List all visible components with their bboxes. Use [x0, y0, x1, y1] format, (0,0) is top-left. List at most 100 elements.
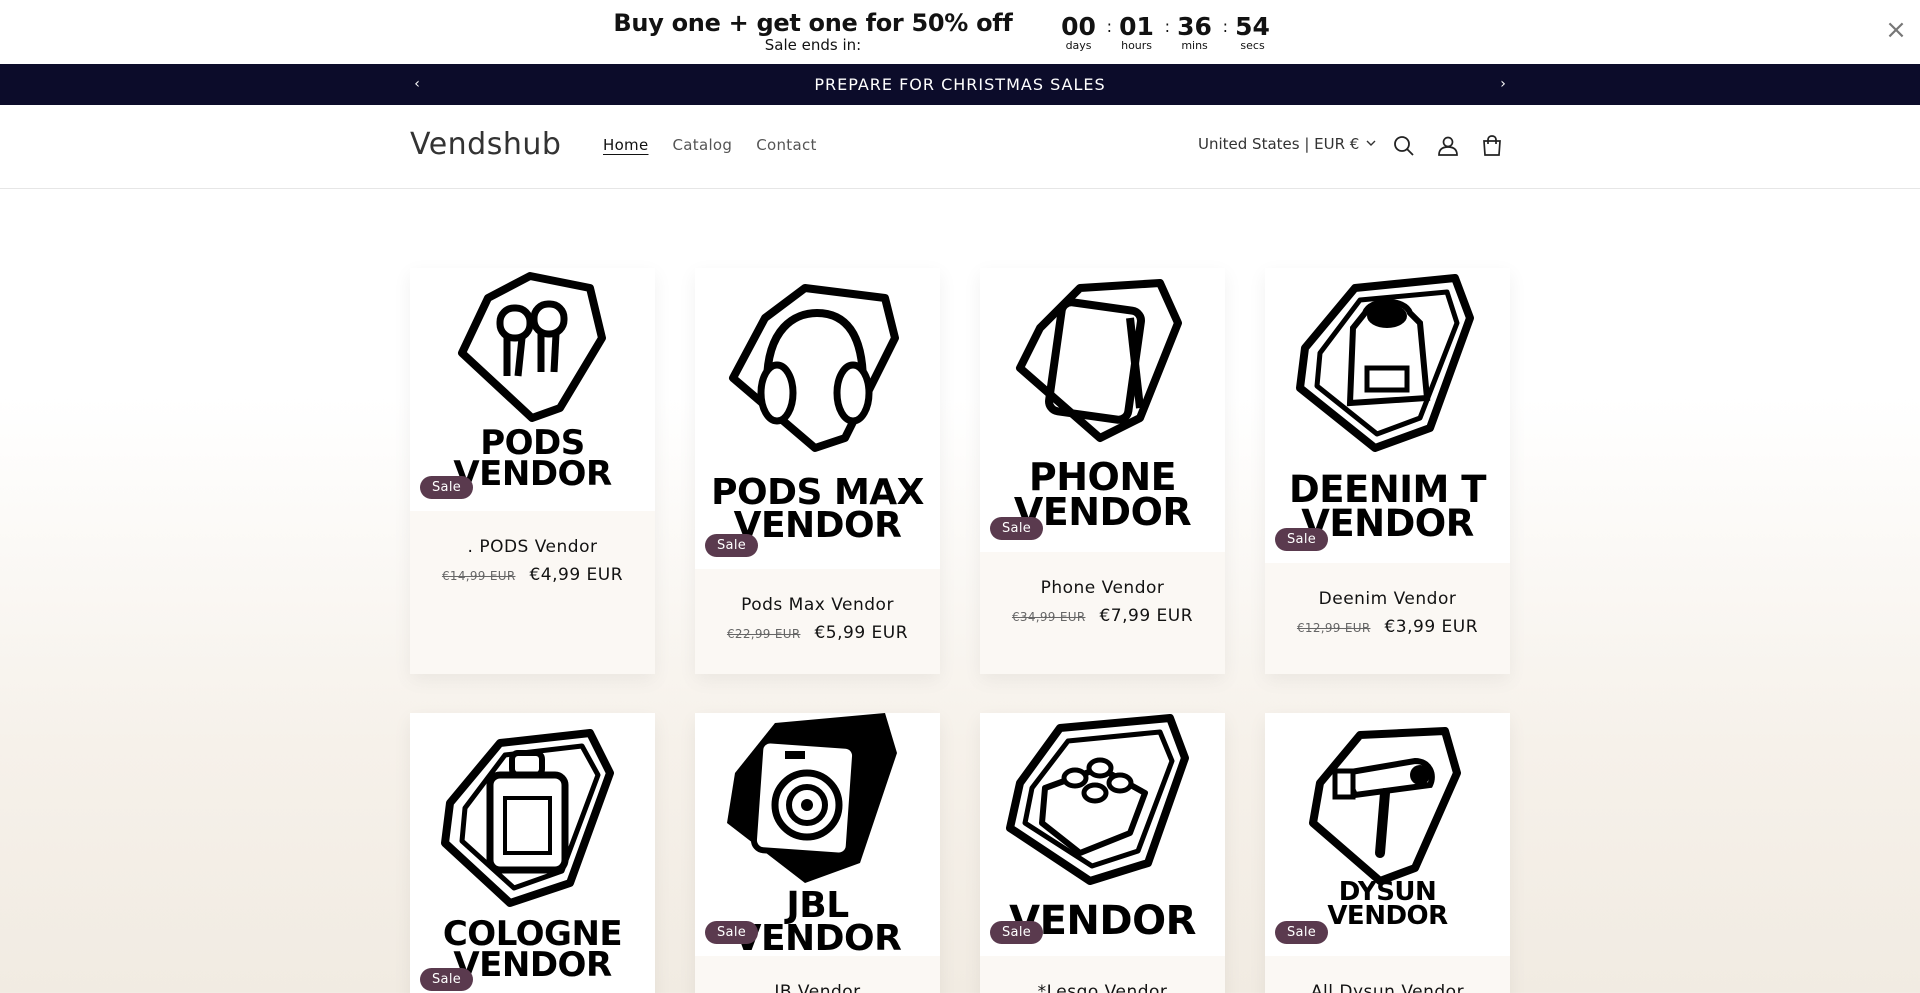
- sale-badge-wrap: Sale: [420, 968, 474, 991]
- chevron-down-icon: [1365, 135, 1377, 153]
- product-info: JB Vendor: [695, 956, 940, 993]
- sale-badge: Sale: [420, 476, 474, 499]
- product-card[interactable]: JBL VENDOR Sale JB Vendor: [695, 713, 940, 993]
- site-header: Vendshub Home Catalog Contact United Sta…: [0, 105, 1920, 189]
- earbuds-icon: [410, 268, 655, 438]
- regular-price: €14,99 EUR: [441, 569, 516, 583]
- product-card[interactable]: VENDOR Sale *Lesgo Vendor: [980, 713, 1225, 993]
- sale-badge-wrap: Sale: [990, 517, 1044, 540]
- product-card[interactable]: PODS MAX VENDOR Sale Pods Max Vendor €22…: [695, 268, 940, 674]
- store-logo[interactable]: Vendshub: [410, 127, 561, 162]
- nav-home[interactable]: Home: [603, 136, 649, 154]
- announcement-text: PREPARE FOR CHRISTMAS SALES: [814, 75, 1106, 94]
- product-image[interactable]: PHONE VENDOR Sale: [980, 268, 1225, 552]
- timer-value: 36: [1177, 11, 1212, 41]
- product-logo-text: PODS MAX VENDOR: [695, 474, 940, 543]
- product-title[interactable]: JB Vendor: [695, 982, 940, 993]
- timer-value: 01: [1119, 11, 1154, 41]
- product-prices: €34,99 EUR €7,99 EUR: [980, 606, 1225, 626]
- promo-text: Buy one + get one for 50% off Sale ends …: [613, 9, 1012, 54]
- product-image[interactable]: COLOGNE VENDOR Sale: [410, 713, 655, 993]
- product-image[interactable]: JBL VENDOR Sale: [695, 713, 940, 956]
- timer-mins: 36 mins: [1173, 13, 1217, 51]
- product-prices: €12,99 EUR €3,99 EUR: [1265, 617, 1510, 637]
- country-currency-selector[interactable]: United States | EUR €: [1198, 135, 1377, 153]
- cologne-icon: [410, 713, 655, 913]
- product-prices: €22,99 EUR €5,99 EUR: [695, 623, 940, 643]
- promo-subtitle: Sale ends in:: [764, 36, 862, 54]
- product-info: Phone Vendor €34,99 EUR €7,99 EUR: [980, 552, 1225, 626]
- product-title[interactable]: Pods Max Vendor: [695, 595, 940, 615]
- product-info: *Lesgo Vendor: [980, 956, 1225, 993]
- phone-icon: [980, 268, 1225, 458]
- product-image[interactable]: DYSUN VENDOR Sale: [1265, 713, 1510, 956]
- main-nav: Home Catalog Contact: [603, 136, 817, 154]
- brick-icon: [980, 713, 1225, 893]
- hoodie-icon: [1265, 268, 1510, 468]
- sale-badge-wrap: Sale: [1275, 921, 1329, 944]
- product-info: Deenim Vendor €12,99 EUR €3,99 EUR: [1265, 563, 1510, 637]
- product-info: . PODS Vendor €14,99 EUR €4,99 EUR: [410, 511, 655, 585]
- regular-price: €22,99 EUR: [726, 627, 801, 641]
- sale-badge: Sale: [705, 921, 759, 944]
- account-icon[interactable]: [1435, 133, 1461, 159]
- sale-badge: Sale: [1275, 921, 1329, 944]
- product-card[interactable]: PODS VENDOR Sale . PODS Vendor €14,99 EU…: [410, 268, 655, 674]
- product-image[interactable]: PODS MAX VENDOR Sale: [695, 268, 940, 569]
- locale-label: United States | EUR €: [1198, 135, 1360, 153]
- sale-badge: Sale: [420, 968, 474, 991]
- sale-price: €5,99 EUR: [814, 623, 909, 643]
- sale-badge: Sale: [705, 534, 759, 557]
- countdown-bar: Buy one + get one for 50% off Sale ends …: [0, 0, 1920, 63]
- product-image[interactable]: DEENIM T VENDOR Sale: [1265, 268, 1510, 563]
- sale-badge-wrap: Sale: [990, 921, 1044, 944]
- product-image[interactable]: PODS VENDOR Sale: [410, 268, 655, 511]
- timer-label: days: [1065, 38, 1092, 52]
- product-title[interactable]: Deenim Vendor: [1265, 589, 1510, 609]
- timer-label: secs: [1240, 38, 1265, 52]
- timer-days: 00 days: [1057, 13, 1101, 51]
- hair-dryer-icon: [1265, 713, 1510, 893]
- sale-badge-wrap: Sale: [1275, 528, 1329, 551]
- promo-title: Buy one + get one for 50% off: [613, 9, 1013, 37]
- product-image[interactable]: VENDOR Sale: [980, 713, 1225, 956]
- nav-contact[interactable]: Contact: [756, 136, 816, 154]
- search-icon[interactable]: [1391, 133, 1417, 159]
- product-title[interactable]: . PODS Vendor: [410, 537, 655, 557]
- announcement-bar: ‹ PREPARE FOR CHRISTMAS SALES ›: [0, 64, 1920, 105]
- timer-separator: :: [1222, 16, 1228, 36]
- countdown-timer: 00 days : 01 hours : 36 mins : 54 secs: [1057, 13, 1275, 51]
- timer-secs: 54 secs: [1231, 13, 1275, 51]
- cart-icon[interactable]: [1479, 133, 1505, 159]
- sale-badge-wrap: Sale: [420, 476, 474, 499]
- product-card[interactable]: PHONE VENDOR Sale Phone Vendor €34,99 EU…: [980, 268, 1225, 674]
- sale-price: €4,99 EUR: [529, 565, 624, 585]
- chevron-right-icon[interactable]: ›: [1493, 74, 1513, 94]
- timer-separator: :: [1106, 16, 1112, 36]
- product-info: Pods Max Vendor €22,99 EUR €5,99 EUR: [695, 569, 940, 643]
- timer-label: mins: [1181, 38, 1208, 52]
- product-card[interactable]: COLOGNE VENDOR Sale: [410, 713, 655, 993]
- nav-catalog[interactable]: Catalog: [673, 136, 733, 154]
- timer-separator: :: [1164, 16, 1170, 36]
- product-title[interactable]: Phone Vendor: [980, 578, 1225, 598]
- product-prices: €14,99 EUR €4,99 EUR: [410, 565, 655, 585]
- speaker-icon: [695, 713, 940, 893]
- product-title[interactable]: All Dysun Vendor: [1265, 982, 1510, 993]
- sale-price: €3,99 EUR: [1384, 617, 1479, 637]
- headphones-icon: [695, 268, 940, 468]
- product-card[interactable]: DYSUN VENDOR Sale All Dysun Vendor: [1265, 713, 1510, 993]
- timer-value: 54: [1235, 11, 1270, 41]
- product-title[interactable]: *Lesgo Vendor: [980, 982, 1225, 993]
- sale-badge: Sale: [990, 517, 1044, 540]
- chevron-left-icon[interactable]: ‹: [407, 74, 427, 94]
- sale-badge-wrap: Sale: [705, 921, 759, 944]
- product-card[interactable]: DEENIM T VENDOR Sale Deenim Vendor €12,9…: [1265, 268, 1510, 674]
- timer-label: hours: [1121, 38, 1153, 52]
- sale-price: €7,99 EUR: [1099, 606, 1194, 626]
- close-icon[interactable]: ×: [1882, 16, 1910, 44]
- timer-hours: 01 hours: [1115, 13, 1159, 51]
- regular-price: €34,99 EUR: [1011, 610, 1086, 624]
- sale-badge: Sale: [1275, 528, 1329, 551]
- timer-value: 00: [1061, 11, 1096, 41]
